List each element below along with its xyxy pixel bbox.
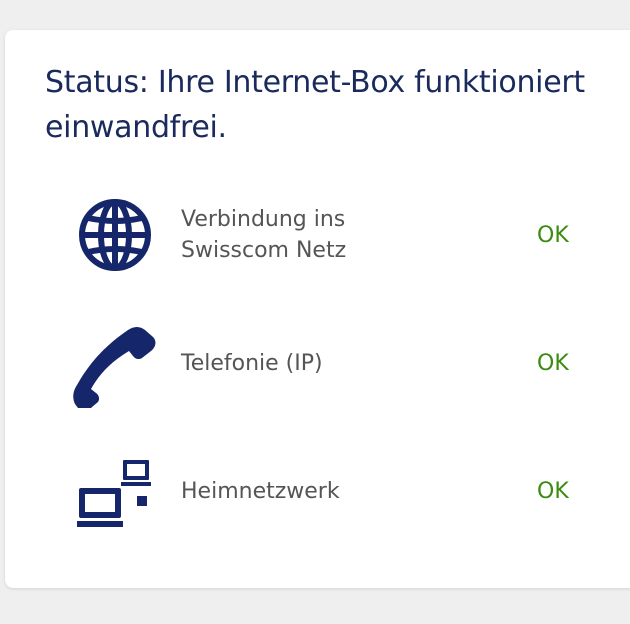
status-label-home-network: Heimnetzwerk [181,478,340,504]
status-label-internet: Verbindung ins Swisscom Netz [181,207,347,263]
status-item-telephony: Telefonie (IP) OK [5,318,630,411]
status-label-telephony: Telefonie (IP) [181,350,323,376]
status-ok-internet: OK [537,222,569,248]
phone-icon [73,318,157,411]
status-title: Status: Ihre Internet-Box funktioniert e… [45,65,585,145]
globe-icon [73,190,157,280]
status-card: Status: Ihre Internet-Box funktioniert e… [5,30,630,588]
status-item-internet: Verbindung ins Swisscom Netz OK [5,190,630,280]
status-ok-home-network: OK [537,478,569,504]
status-ok-telephony: OK [537,350,569,376]
home-network-icon [73,446,157,536]
status-item-home-network: Heimnetzwerk OK [5,446,630,536]
